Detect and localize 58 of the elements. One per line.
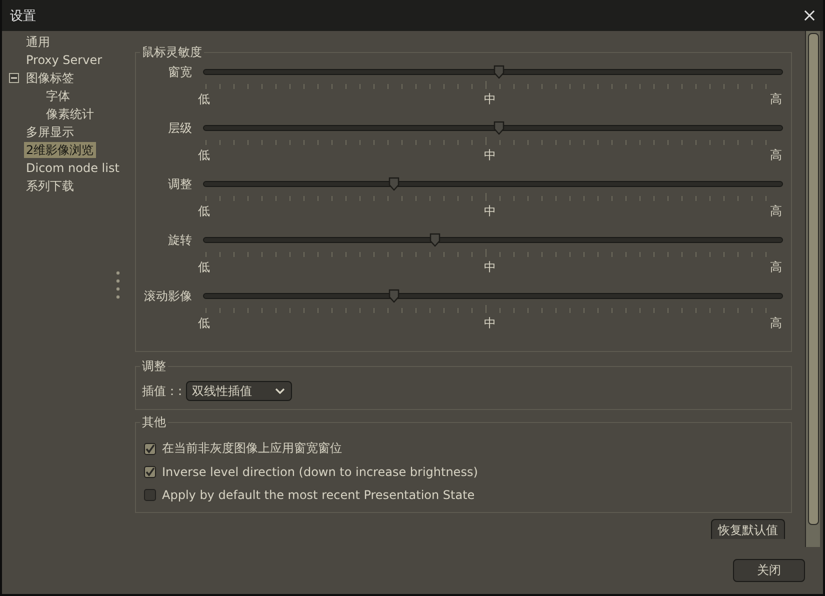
tree-item[interactable]: 像素统计 xyxy=(44,106,96,122)
grip-icon[interactable] xyxy=(116,271,120,301)
tree-item[interactable]: Proxy Server xyxy=(24,52,104,68)
group-title: 其他 xyxy=(140,415,168,430)
slider-label: 滚动影像 xyxy=(143,288,192,304)
close-icon[interactable] xyxy=(804,10,815,21)
scale-label: 低 xyxy=(198,203,210,220)
checkbox-label: Inverse level direction (down to increase brightness) xyxy=(162,464,478,478)
slider-label: 调整 xyxy=(167,176,192,192)
slider-label: 旋转 xyxy=(167,232,192,248)
tree-item[interactable]: 通用 xyxy=(24,34,52,50)
checkbox[interactable] xyxy=(144,488,156,500)
checkbox[interactable] xyxy=(144,466,156,478)
scale-label: 低 xyxy=(198,259,210,276)
scale-label: 低 xyxy=(198,315,210,332)
scale-label: 高 xyxy=(770,203,782,220)
checkbox-label: Apply by default the most recent Presentation State xyxy=(162,488,475,502)
scale-label: 中 xyxy=(484,91,496,108)
slider[interactable] xyxy=(203,65,783,79)
checkbox-label: 在当前非灰度图像上应用窗宽窗位 xyxy=(162,440,342,457)
slider-thumb[interactable] xyxy=(492,121,505,135)
slider-thumb[interactable] xyxy=(492,65,505,79)
slider[interactable] xyxy=(203,289,783,303)
tree-item[interactable]: 多屏显示 xyxy=(24,124,76,140)
scale-label: 高 xyxy=(770,259,782,276)
chevron-icon xyxy=(275,388,286,394)
close-button[interactable]: 关闭 xyxy=(733,559,805,582)
window-title: 设置 xyxy=(10,8,36,24)
scale-label: 中 xyxy=(484,315,496,332)
scale-label: 中 xyxy=(484,259,496,276)
group-title: 调整 xyxy=(140,359,168,374)
tree-item[interactable]: Dicom node list xyxy=(24,160,122,176)
tree-item[interactable]: 图像标签 xyxy=(24,70,76,86)
tree-item[interactable]: 字体 xyxy=(44,88,72,104)
slider[interactable] xyxy=(203,177,783,191)
scale-label: 高 xyxy=(770,147,782,164)
checkbox[interactable] xyxy=(144,442,156,454)
tree-item[interactable]: 系列下载 xyxy=(24,178,76,194)
scale-label: 低 xyxy=(198,91,210,108)
slider-thumb[interactable] xyxy=(388,177,400,191)
collapse-icon[interactable] xyxy=(9,73,19,83)
slider[interactable] xyxy=(203,233,783,247)
scale-label: 高 xyxy=(770,91,782,108)
group-title: 鼠标灵敏度 xyxy=(140,45,204,60)
scale-label: 低 xyxy=(198,147,210,164)
restore-defaults-button[interactable]: 恢复默认值 xyxy=(711,519,785,539)
interpolation-dropdown[interactable]: 双线性插值 xyxy=(186,381,292,401)
scale-label: 高 xyxy=(770,315,782,332)
field-label: 插值：: xyxy=(142,382,182,400)
slider-thumb[interactable] xyxy=(429,233,441,247)
slider-label: 层级 xyxy=(167,120,192,136)
scale-label: 中 xyxy=(484,147,496,164)
slider[interactable] xyxy=(203,121,783,135)
slider-thumb[interactable] xyxy=(388,289,400,303)
scrollbar[interactable] xyxy=(805,31,820,547)
tree-item[interactable]: 2维影像浏览 xyxy=(24,142,96,158)
scale-label: 中 xyxy=(484,203,496,220)
slider-label: 窗宽 xyxy=(167,64,192,80)
